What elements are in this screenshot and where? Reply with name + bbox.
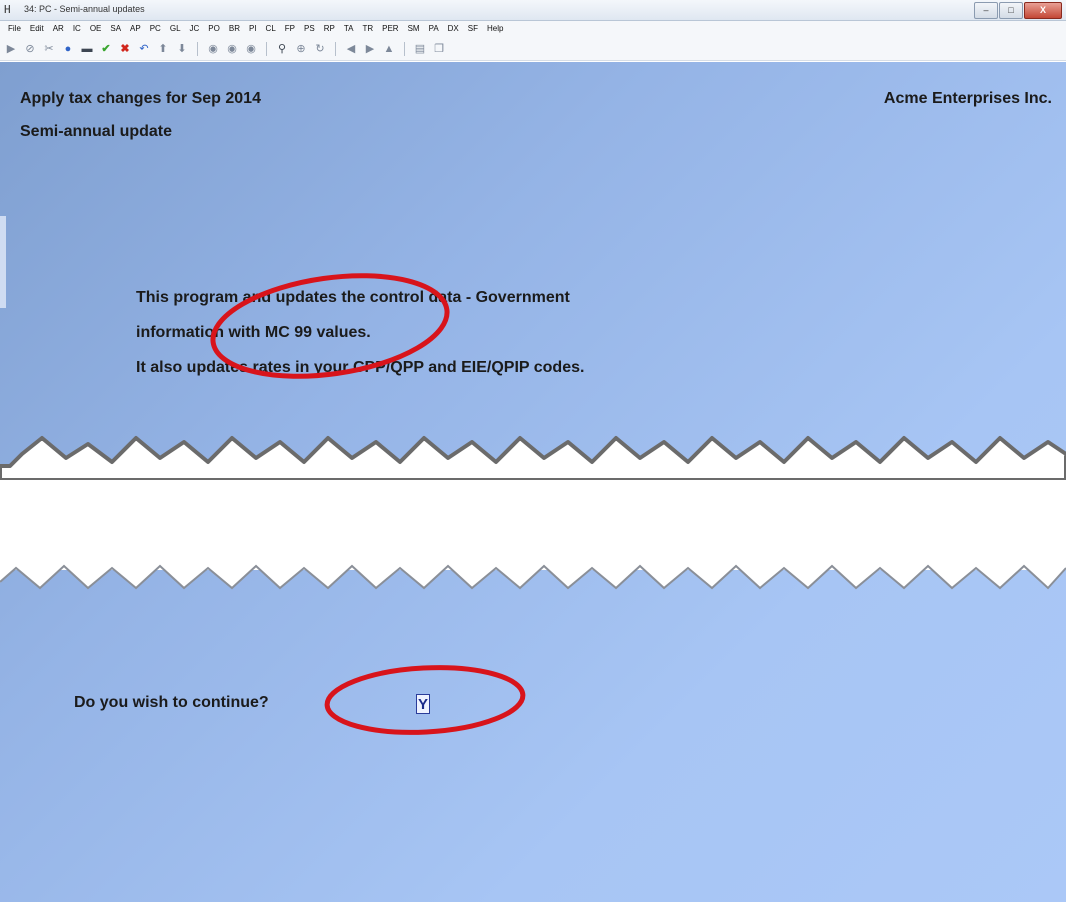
tools-icon[interactable]: ✂ <box>42 42 56 56</box>
next-icon[interactable]: ▶ <box>363 42 377 56</box>
menu-item-ar[interactable]: AR <box>49 21 69 37</box>
menu-item-per[interactable]: PER <box>378 21 403 37</box>
toolbar-separator <box>197 41 198 56</box>
title-bar: H 34: PC - Semi-annual updates – □ X <box>0 0 1066 21</box>
copy-icon[interactable]: ❐ <box>432 42 446 56</box>
info-line-2: information with MC 99 values. <box>136 324 371 341</box>
stamp-icon[interactable]: ▲ <box>382 42 396 56</box>
info-line-1: This program and updates the control dat… <box>136 289 570 306</box>
menu-item-gl[interactable]: GL <box>166 21 186 37</box>
circle-1-icon[interactable]: ◉ <box>206 42 220 56</box>
app-icon: H <box>4 3 11 16</box>
continue-answer-field[interactable]: Y <box>416 694 430 714</box>
toolbar-separator <box>266 41 267 56</box>
stop-icon[interactable]: ⊘ <box>23 42 37 56</box>
menu-item-br[interactable]: BR <box>225 21 245 37</box>
torn-gap <box>0 470 1066 570</box>
arrow-down-icon[interactable]: ⬇ <box>175 42 189 56</box>
menu-item-pi[interactable]: PI <box>245 21 262 37</box>
menu-bar: File Edit AR IC OE SA AP PC GL JC PO BR PI CL FP PS RP TA… <box>0 21 1066 37</box>
menu-item-cl[interactable]: CL <box>262 21 281 37</box>
screen-heading: Apply tax changes for Sep 2014 <box>20 90 261 107</box>
menu-item-jc[interactable]: JC <box>186 21 205 37</box>
continue-prompt: Do you wish to continue? <box>74 694 269 711</box>
cancel-icon[interactable]: ✖ <box>118 42 132 56</box>
arrow-right-icon[interactable]: ▶ <box>4 42 18 56</box>
menu-item-sa[interactable]: SA <box>106 21 126 37</box>
refresh-icon[interactable]: ↻ <box>313 42 327 56</box>
menu-item-rp[interactable]: RP <box>320 21 340 37</box>
menu-item-file[interactable]: File <box>4 21 26 37</box>
close-button[interactable]: X <box>1024 2 1062 19</box>
toolbar: ▶ ⊘ ✂ ● ▬ ✔ ✖ ↶ ⬆ ⬇ ◉ ◉ ◉ ⚲ ⊕ ↻ ◀ ▶ ▲ ▤ ❐ <box>0 37 1066 61</box>
toolbar-separator <box>404 41 405 56</box>
menu-item-tr[interactable]: TR <box>358 21 378 37</box>
left-edge-marker <box>0 216 6 308</box>
menu-item-sf[interactable]: SF <box>464 21 483 37</box>
window-title: 34: PC - Semi-annual updates <box>24 4 145 14</box>
company-name: Acme Enterprises Inc. <box>883 90 1052 107</box>
menu-item-edit[interactable]: Edit <box>26 21 49 37</box>
menu-item-ps[interactable]: PS <box>300 21 320 37</box>
menu-item-ic[interactable]: IC <box>69 21 86 37</box>
menu-item-pc[interactable]: PC <box>146 21 166 37</box>
menu-item-dx[interactable]: DX <box>444 21 464 37</box>
menu-item-ap[interactable]: AP <box>126 21 146 37</box>
menu-item-pa[interactable]: PA <box>425 21 444 37</box>
screen-subheading: Semi-annual update <box>20 123 173 140</box>
undo-icon[interactable]: ↶ <box>137 42 151 56</box>
menu-item-sm[interactable]: SM <box>404 21 425 37</box>
minimize-button[interactable]: – <box>974 2 998 19</box>
previous-icon[interactable]: ◀ <box>344 42 358 56</box>
binoculars-icon[interactable]: ⚲ <box>275 42 289 56</box>
toolbar-separator <box>335 41 336 56</box>
circle-3-icon[interactable]: ◉ <box>244 42 258 56</box>
maximize-button[interactable]: □ <box>999 2 1023 19</box>
menu-item-fp[interactable]: FP <box>281 21 300 37</box>
menu-item-oe[interactable]: OE <box>86 21 107 37</box>
torn-edge-top <box>0 436 1066 480</box>
circle-2-icon[interactable]: ◉ <box>225 42 239 56</box>
printer-icon[interactable]: ▬ <box>80 42 94 56</box>
window-controls: – □ X <box>973 2 1062 19</box>
menu-item-help[interactable]: Help <box>483 21 508 37</box>
globe-icon[interactable]: ● <box>61 42 75 56</box>
menu-item-po[interactable]: PO <box>204 21 225 37</box>
zoom-icon[interactable]: ⊕ <box>294 42 308 56</box>
torn-edge-bottom <box>0 560 1066 590</box>
document-icon[interactable]: ▤ <box>413 42 427 56</box>
info-line-3: It also updates rates in your CPP/QPP an… <box>136 359 585 376</box>
arrow-up-icon[interactable]: ⬆ <box>156 42 170 56</box>
menu-item-ta[interactable]: TA <box>340 21 359 37</box>
check-icon[interactable]: ✔ <box>99 42 113 56</box>
